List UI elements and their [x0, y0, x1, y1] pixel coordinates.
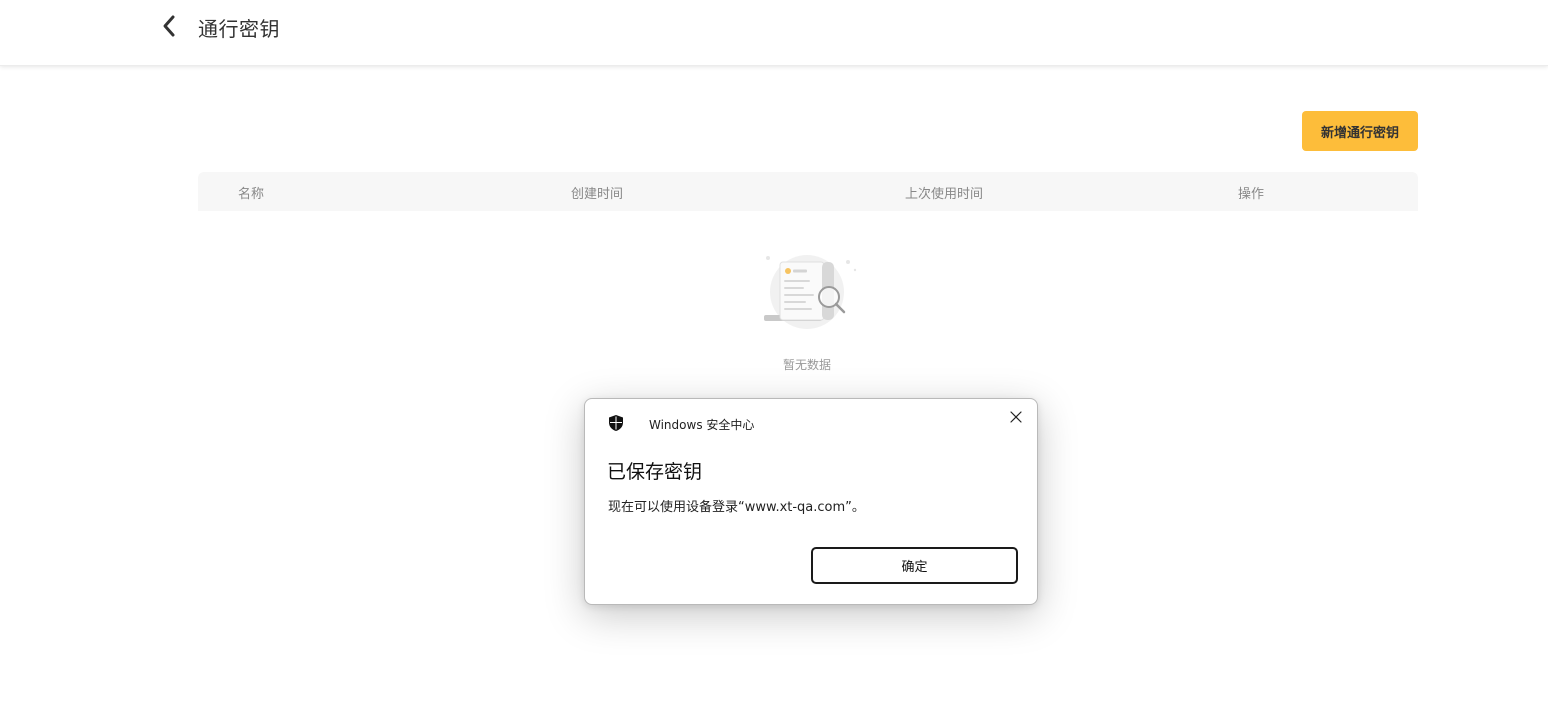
dialog-close-button[interactable]: [1006, 407, 1026, 427]
empty-document-search-icon: [764, 255, 857, 329]
page-title: 通行密钥: [198, 17, 280, 41]
dialog-message: 现在可以使用设备登录“www.xt-qa.com”。: [608, 500, 865, 515]
add-passkey-button[interactable]: 新增通行密钥: [1302, 111, 1418, 151]
close-icon: [1010, 411, 1022, 423]
dialog-ok-button[interactable]: 确定: [811, 547, 1018, 584]
page-header: 通行密钥: [0, 0, 1548, 66]
dialog-app-name: Windows 安全中心: [649, 418, 755, 432]
column-header-last-used[interactable]: 上次使用时间: [905, 183, 983, 202]
chevron-left-icon: [163, 15, 175, 37]
windows-security-dialog: Windows 安全中心 已保存密钥 现在可以使用设备登录“www.xt-qa.…: [584, 398, 1038, 605]
column-header-actions[interactable]: 操作: [1238, 183, 1264, 202]
shield-icon: [609, 415, 623, 431]
column-header-created[interactable]: 创建时间: [571, 183, 623, 202]
dialog-title: 已保存密钥: [607, 461, 703, 483]
empty-state-text: 暂无数据: [783, 358, 832, 372]
table-header: 名称 创建时间 上次使用时间 操作: [198, 172, 1418, 211]
column-header-name[interactable]: 名称: [238, 183, 264, 202]
back-button[interactable]: [154, 10, 184, 42]
